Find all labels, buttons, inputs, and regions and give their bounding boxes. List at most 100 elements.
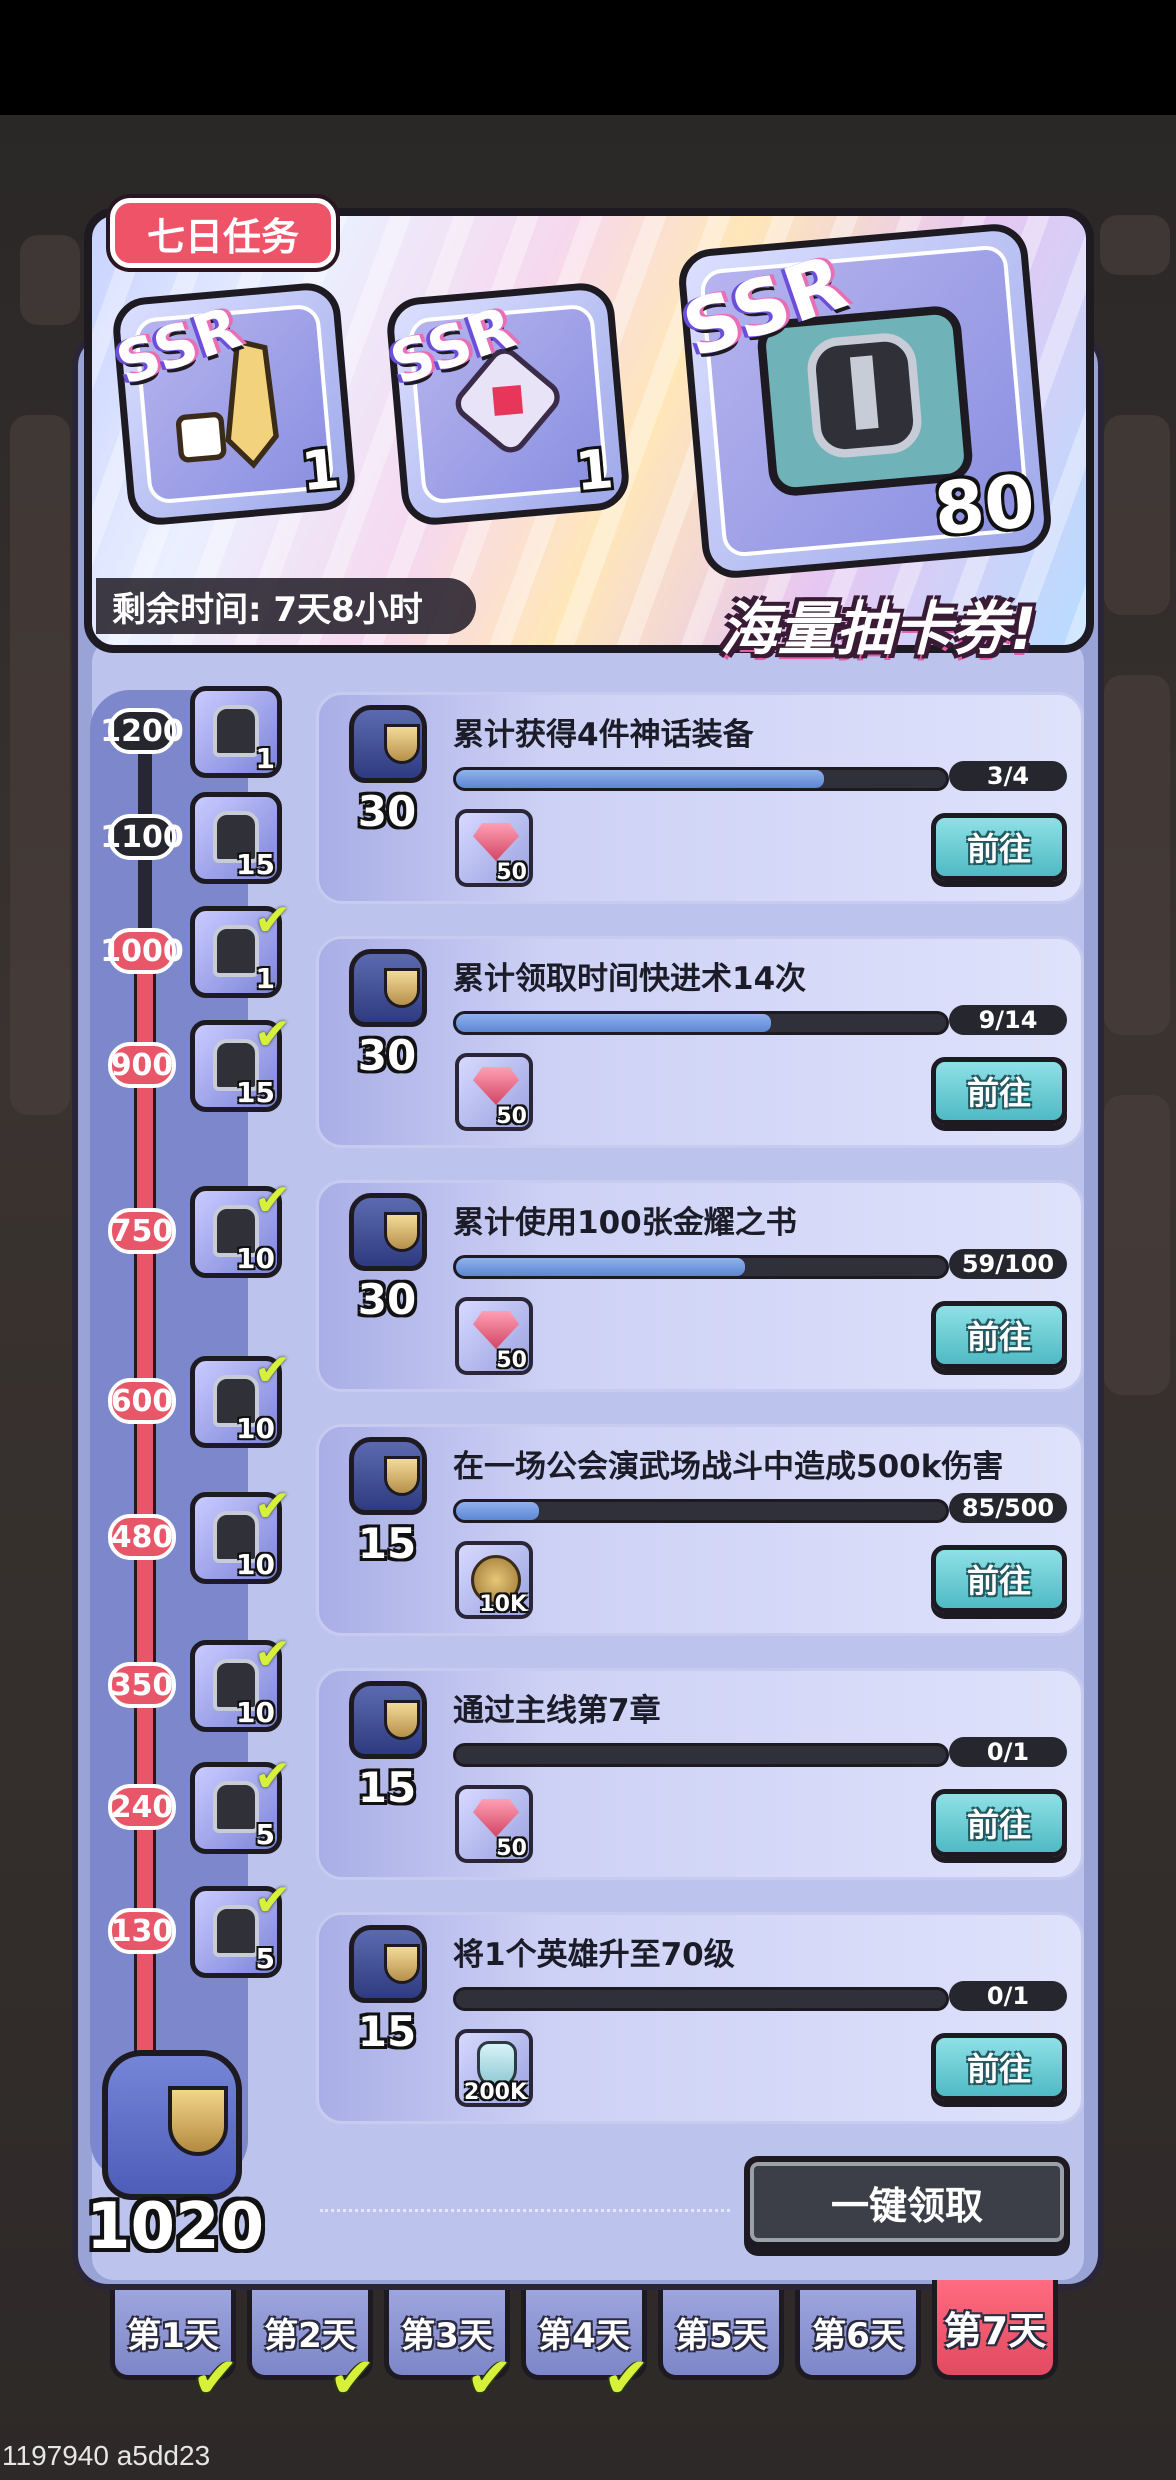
milestone-reward[interactable]: 10 ✔ [190,1175,291,1278]
milestone-points: 240 [108,1784,176,1830]
helmet-book-icon [213,1905,259,1957]
milestone-reward-count: 1 [255,742,275,775]
go-button[interactable]: 前往 [931,1057,1067,1125]
task-title: 累计使用100张金耀之书 [453,1205,797,1241]
task-card: 30 累计获得4件神话装备 3/4 50 前往 [316,692,1084,904]
milestone-points: 130 [108,1908,176,1954]
task-progress-fill [456,770,824,788]
task-card: 15 通过主线第7章 0/1 50 前往 [316,1668,1084,1880]
task-progress-fill [456,1258,746,1276]
trophy-cup [168,2086,228,2156]
milestone-reward[interactable]: 5 ✔ [190,1875,291,1978]
tab-day-6[interactable]: 第6天 [795,2290,921,2380]
background-icon [1100,215,1170,275]
reward-count: 80 [930,458,1038,552]
page-title: 七日任务 [110,198,336,268]
task-reward[interactable]: 50 [455,1053,533,1131]
task-progress-text: 9/14 [949,1005,1067,1035]
milestone-reward-count: 15 [236,848,275,881]
claim-all-button[interactable]: 一键领取 [744,2156,1070,2248]
milestone-reward-count: 10 [236,1696,275,1729]
milestone-reward-count: 10 [236,1242,275,1275]
task-card: 15 在一场公会演武场战斗中造成500k伤害 85/500 10K 前往 [316,1424,1084,1636]
milestone-reward-count: 1 [255,962,275,995]
task-title: 在一场公会演武场战斗中造成500k伤害 [453,1449,1004,1485]
milestone-reward[interactable]: 5 ✔ [190,1751,291,1854]
task-title: 通过主线第7章 [453,1693,661,1729]
background-icon [10,415,70,1115]
banner-reward-2[interactable]: SSR 1 [382,280,632,528]
task-progress-bar [453,1255,949,1279]
reward-count: 1 [298,437,342,504]
milestone-reward[interactable]: 10 ✔ [190,1345,291,1448]
task-progress-text: 59/100 [949,1249,1067,1279]
day-tabs: 第1天 ✔ 第2天 ✔ 第3天 ✔ 第4天 ✔ 第5天 第6天 第7天 [110,2280,1076,2411]
task-reward[interactable]: 10K [455,1541,533,1619]
task-reward[interactable]: 200K [455,2029,533,2107]
go-button[interactable]: 前往 [931,1545,1067,1613]
milestone-reward-count: 15 [236,1076,275,1109]
milestone-points: 350 [108,1662,176,1708]
milestone-reward[interactable]: 15 [190,792,282,884]
trophy-base [349,949,427,1027]
trophy-cup [384,1944,420,1984]
task-card: 30 累计使用100张金耀之书 59/100 50 前往 [316,1180,1084,1392]
task-reward-count: 50 [496,1348,527,1373]
reward-count: 1 [572,437,616,504]
trophy-base [349,1193,427,1271]
check-icon: ✔ [254,1751,291,1802]
task-progress-text: 0/1 [949,1737,1067,1767]
milestone-reward[interactable]: 15 ✔ [190,1009,291,1112]
task-card: 15 将1个英雄升至70级 0/1 200K 前往 [316,1912,1084,2124]
task-card: 30 累计领取时间快进术14次 9/14 50 前往 [316,936,1084,1148]
task-title: 累计领取时间快进术14次 [453,961,807,997]
milestone-reward-count: 10 [236,1548,275,1581]
task-reward-count: 50 [496,1104,527,1129]
ssr-relic-icon [213,925,259,977]
task-reward-count: 200K [464,2080,527,2105]
go-button[interactable]: 前往 [931,813,1067,881]
milestone-reward[interactable]: 1 ✔ [190,895,291,998]
trophy-cup [384,1700,420,1740]
task-reward[interactable]: 50 [455,1785,533,1863]
task-reward[interactable]: 50 [455,1297,533,1375]
go-button[interactable]: 前往 [931,1789,1067,1857]
trophy-base [349,1681,427,1759]
check-icon: ✔ [254,895,291,946]
task-reward[interactable]: 50 [455,809,533,887]
banner-reward-1[interactable]: SSR 1 [108,280,358,528]
tab-day-7[interactable]: 第7天 [932,2280,1058,2380]
tab-day-5[interactable]: 第5天 [658,2290,784,2380]
gem-icon [473,1799,519,1837]
milestone-points: 480 [108,1514,176,1560]
task-progress-bar [453,1011,949,1035]
milestone-reward[interactable]: 1 [190,686,282,778]
milestone-reward-count: 10 [236,1412,275,1445]
milestone-reward[interactable]: 10 ✔ [190,1629,291,1732]
go-button[interactable]: 前往 [931,2033,1067,2101]
go-button[interactable]: 前往 [931,1301,1067,1369]
trophy-cup [384,1212,420,1252]
task-progress-text: 0/1 [949,1981,1067,2011]
background-icon [1104,675,1170,1035]
check-icon: ✔ [192,2346,239,2411]
check-icon: ✔ [254,1345,291,1396]
gem-icon [473,823,519,861]
task-progress-bar [453,767,949,791]
milestone-reward-count: 5 [255,1818,275,1851]
task-points: 15 [357,1519,417,1568]
task-progress-text: 3/4 [949,761,1067,791]
banner-slogan: 海量抽卡券! [720,595,1037,663]
background-icon [1104,415,1170,615]
milestone-points: 1000 [100,928,184,974]
banner-reward-3[interactable]: SSR 80 [672,221,1054,581]
remaining-time: 剩余时间: 7天8小时 [96,578,476,634]
trophy-base [349,1437,427,1515]
task-points: 30 [357,1031,417,1080]
milestone-reward[interactable]: 10 ✔ [190,1481,291,1584]
task-points: 30 [357,787,417,836]
background-icon [20,235,80,325]
build-id: 1197940 a5dd23 [2,2440,211,2471]
background-icon [1104,1095,1170,1395]
milestone-points: 900 [108,1042,176,1088]
